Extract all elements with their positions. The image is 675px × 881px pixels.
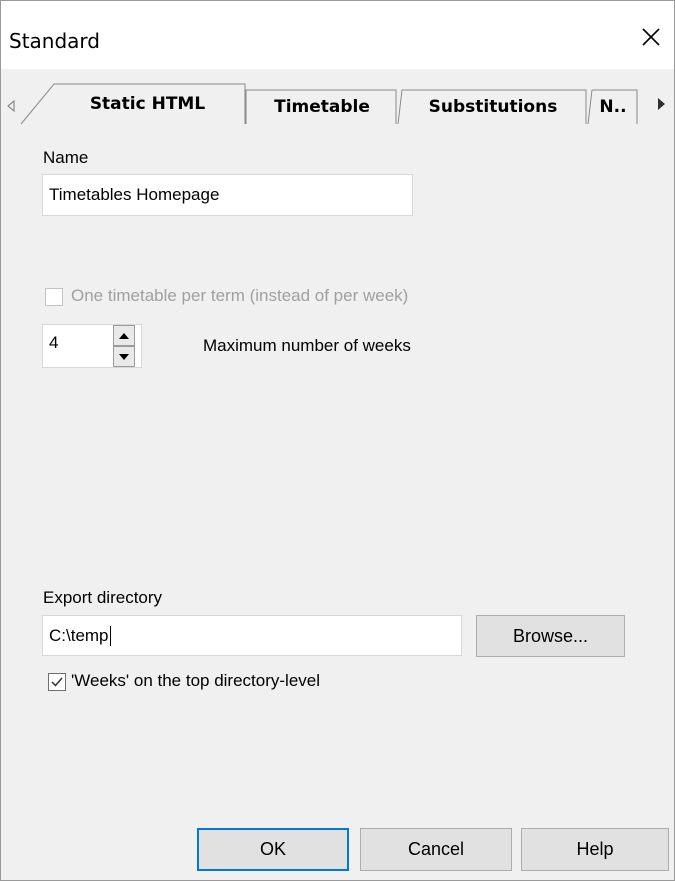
checkmark-icon <box>51 677 63 687</box>
tab-n[interactable]: N.. <box>587 89 638 125</box>
triangle-left-icon[interactable] <box>5 99 19 113</box>
ok-button[interactable]: OK <box>197 828 349 871</box>
tab-label: N.. <box>599 97 627 117</box>
tab-strip: Static HTML Timetable Substitutions N.. <box>20 83 671 125</box>
help-button[interactable]: Help <box>521 828 669 871</box>
browse-button[interactable]: Browse... <box>476 615 625 657</box>
name-field[interactable]: Timetables Homepage <box>42 174 413 216</box>
weeks-top-level-checkbox[interactable] <box>48 673 66 691</box>
tab-timetable[interactable]: Timetable <box>245 89 398 125</box>
per-term-checkbox[interactable] <box>45 288 63 306</box>
triangle-right-icon[interactable] <box>654 96 668 112</box>
cancel-button[interactable]: Cancel <box>360 828 512 871</box>
title-bar: Standard <box>1 1 674 69</box>
tab-substitutions[interactable]: Substitutions <box>397 89 588 125</box>
export-directory-label: Export directory <box>43 588 163 607</box>
weeks-decrement-button[interactable] <box>113 346 135 367</box>
close-button[interactable] <box>628 15 674 59</box>
tab-label: Static HTML <box>89 94 206 114</box>
export-directory-value: C:\temp <box>49 625 109 645</box>
text-caret <box>109 625 111 646</box>
arrow-up-icon <box>119 332 129 339</box>
window-title: Standard <box>9 29 100 53</box>
per-term-label: One timetable per term (instead of per w… <box>71 286 409 305</box>
close-icon <box>642 28 660 46</box>
arrow-down-icon <box>119 353 129 360</box>
tab-static-html[interactable]: Static HTML <box>20 83 246 125</box>
tab-label: Timetable <box>274 97 370 117</box>
weeks-increment-button[interactable] <box>113 325 135 346</box>
weeks-top-level-label: 'Weeks' on the top directory-level <box>71 671 321 690</box>
name-label: Name <box>43 148 89 167</box>
max-weeks-label: Maximum number of weeks <box>203 336 411 355</box>
tab-panel: Name Timetables Homepage One timetable p… <box>19 124 671 822</box>
dialog-window: Standard Static HTML Timetable Substitut… <box>0 0 675 881</box>
tab-label: Substitutions <box>428 97 558 117</box>
export-directory-field[interactable]: C:\temp <box>42 615 462 656</box>
